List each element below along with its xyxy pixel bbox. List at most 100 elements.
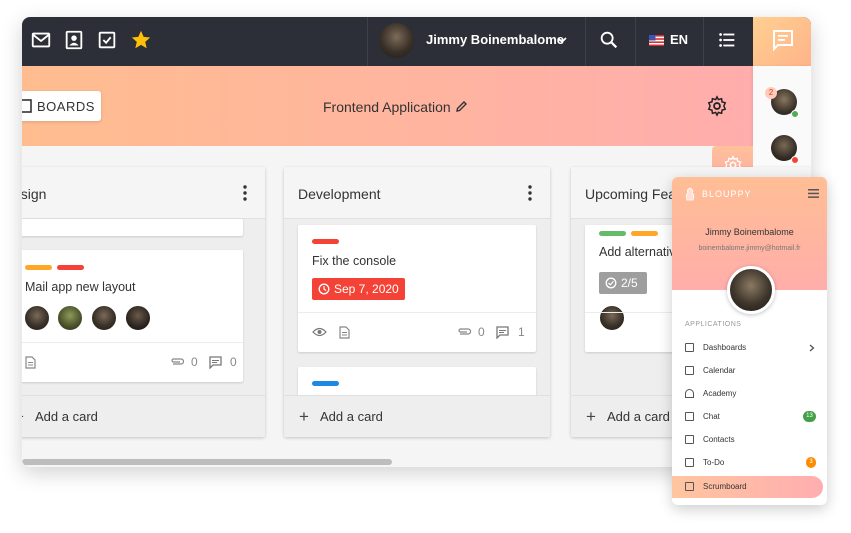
sidebar-item-dashboards[interactable]: Dashboards [672,337,827,359]
brand-name: BLOUPPY [702,189,752,199]
card-footer: 0 1 [298,312,536,352]
sidebar-item-label: Scrumboard [703,482,747,491]
checklist-chip[interactable]: 2/5 [599,272,647,294]
dashboard-icon [685,343,694,352]
chat-panel-toggle[interactable] [753,17,811,66]
navigation-sidebar: BLOUPPY Jimmy Boinembalome boinembalome.… [672,177,827,505]
board-list: esign Mail app new layout 0 0 + Add a ca… [22,167,265,437]
sidebar-item-label: Calendar [703,366,736,375]
online-status-dot [791,110,799,118]
card-title: Add alternativ [599,245,676,259]
busy-status-dot [791,156,799,164]
star-icon[interactable] [130,29,152,51]
sidebar-avatar[interactable] [727,266,775,314]
list-header: esign [22,167,265,219]
logo-icon [685,187,695,201]
edit-icon[interactable] [455,100,468,113]
more-vert-icon[interactable] [243,185,247,201]
list-header: Development [284,167,550,219]
due-date: Sep 7, 2020 [334,282,399,296]
chevron-right-icon [809,344,815,352]
card-footer: 0 0 [22,342,243,382]
check-square-icon [685,458,694,467]
contact-icon[interactable] [63,29,85,51]
comment-count: 1 [518,325,525,339]
card-title: Mail app new layout [25,280,136,294]
add-card-button[interactable]: + Add a card [22,395,265,437]
card-label [57,265,84,270]
check-square-icon[interactable] [96,29,118,51]
board-title[interactable]: Frontend Application [323,99,451,115]
user-avatar[interactable] [379,23,414,58]
clock-icon [318,283,330,295]
toolbar-divider [585,17,586,66]
list-title[interactable]: esign [22,186,46,202]
check-circle-icon [605,277,617,289]
todo-badge: 3 [806,457,816,468]
menu-icon[interactable] [808,189,819,198]
sidebar-section-title: APPLICATIONS [685,321,742,328]
toolbar-divider [635,17,636,66]
toolbar-divider [703,17,704,66]
sidebar-item-contacts[interactable]: Contacts [672,429,827,451]
us-flag-icon[interactable] [649,35,664,46]
add-card-button[interactable]: + Add a card [284,395,550,437]
add-card-label: Add a card [320,409,383,424]
attachment-icon [171,358,184,365]
member-avatar [125,305,151,331]
sidebar-item-todo[interactable]: To-Do 3 [672,452,827,474]
board-settings-icon[interactable] [706,95,728,117]
card-label [25,265,52,270]
plus-icon: + [586,407,596,426]
horizontal-scrollbar[interactable] [22,459,392,465]
chevron-down-icon[interactable] [556,34,568,46]
list-icon[interactable] [716,29,738,51]
sidebar-item-label: Academy [703,389,737,398]
plus-icon: + [22,408,24,425]
sidebar-item-label: Contacts [703,435,735,444]
sidebar-item-label: Dashboards [703,343,747,352]
toolbar-divider [367,17,368,66]
list-title[interactable]: Upcoming Feat [585,186,680,202]
member-avatar [24,305,50,331]
boards-button[interactable]: BOARDS [22,91,101,121]
member-avatar [57,305,83,331]
sidebar-item-scrumboard[interactable]: Scrumboard [672,476,823,498]
list-title[interactable]: Development [298,186,381,202]
calendar-icon [685,366,694,375]
sidebar-item-calendar[interactable]: Calendar [672,360,827,382]
description-icon [25,356,36,369]
card-label [631,231,658,236]
chat-badge: 13 [803,411,816,422]
add-card-label: Add a card [607,409,670,424]
board-card[interactable]: Mail app new layout 0 0 [22,250,243,382]
card-label [312,381,339,386]
mail-icon[interactable] [30,29,52,51]
due-date-chip[interactable]: Sep 7, 2020 [312,278,405,300]
board-header: BOARDS Frontend Application [22,66,753,146]
sidebar-item-label: To-Do [703,458,725,467]
attachment-count: 0 [191,355,198,369]
board-card[interactable]: Fix the console Sep 7, 2020 0 1 [298,225,536,352]
card-title: Fix the console [312,254,397,268]
chat-icon [685,412,694,421]
checklist-progress: 2/5 [621,276,638,290]
user-name[interactable]: Jimmy Boinembalome [426,32,564,47]
attachment-count: 0 [478,325,485,339]
unread-count-badge: 2 [765,87,777,99]
member-avatar [91,305,117,331]
language-selector[interactable]: EN [670,32,688,47]
comment-icon [209,356,222,369]
sidebar-item-chat[interactable]: Chat 13 [672,406,827,428]
search-icon[interactable] [598,29,620,51]
card-label [599,231,626,236]
board-icon [22,99,32,113]
sidebar-item-academy[interactable]: Academy [672,383,827,405]
plus-icon: + [299,407,309,426]
eye-icon [312,327,327,337]
top-toolbar: Jimmy Boinembalome EN [22,17,811,66]
description-icon [339,326,350,339]
comment-icon [496,326,509,339]
more-vert-icon[interactable] [528,185,532,201]
card-partial[interactable] [22,219,243,236]
